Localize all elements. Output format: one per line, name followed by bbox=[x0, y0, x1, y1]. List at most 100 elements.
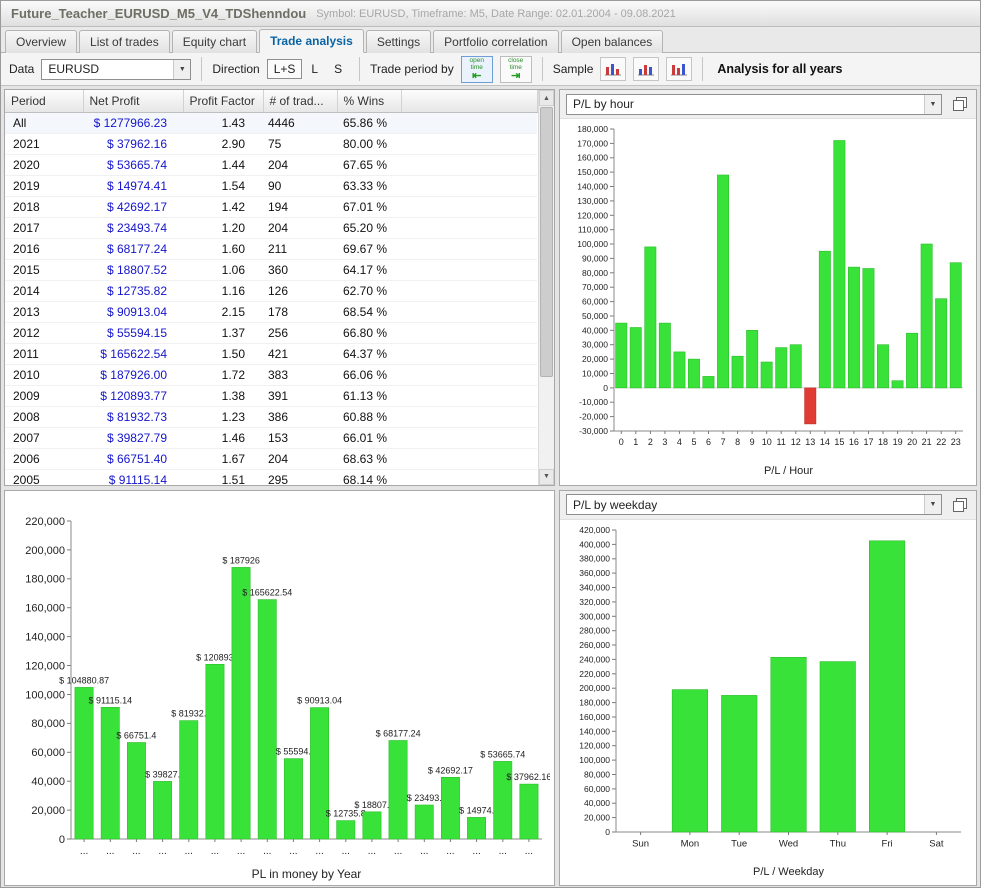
table-scrollbar[interactable]: ▲ ▼ bbox=[538, 90, 554, 485]
table-row[interactable]: 2021$ 37962.162.907580.00 % bbox=[5, 133, 537, 154]
tab-open-balances[interactable]: Open balances bbox=[561, 30, 664, 53]
svg-text:18: 18 bbox=[878, 437, 888, 447]
table-cell-filler bbox=[401, 385, 537, 406]
column-header[interactable]: Net Profit bbox=[83, 90, 183, 112]
svg-text:100,000: 100,000 bbox=[25, 689, 65, 701]
tab-overview[interactable]: Overview bbox=[5, 30, 77, 53]
table-cell: 63.33 % bbox=[337, 175, 401, 196]
svg-text:...: ... bbox=[499, 846, 507, 857]
table-row[interactable]: 2018$ 42692.171.4219467.01 % bbox=[5, 196, 537, 217]
window-subtitle: Symbol: EURUSD, Timeframe: M5, Date Rang… bbox=[316, 8, 676, 20]
svg-text:20,000: 20,000 bbox=[31, 804, 65, 816]
direction-long-button[interactable]: L bbox=[304, 59, 325, 79]
table-row[interactable]: 2005$ 91115.141.5129568.14 % bbox=[5, 469, 537, 486]
table-cell-filler bbox=[401, 112, 537, 133]
hour-chart: -30,000-20,000-10,000010,00020,00030,000… bbox=[560, 119, 976, 484]
table-row[interactable]: 2013$ 90913.042.1517868.54 % bbox=[5, 301, 537, 322]
direction-label: Direction bbox=[212, 62, 259, 76]
open-time-button[interactable]: open time ⇤ bbox=[461, 56, 493, 83]
table-row[interactable]: 2019$ 14974.411.549063.33 % bbox=[5, 175, 537, 196]
svg-text:...: ... bbox=[315, 846, 323, 857]
table-row[interactable]: 2012$ 55594.151.3725666.80 % bbox=[5, 322, 537, 343]
svg-text:4: 4 bbox=[677, 437, 682, 447]
table-cell: 360 bbox=[263, 259, 337, 280]
data-label: Data bbox=[9, 62, 34, 76]
table-row[interactable]: 2011$ 165622.541.5042164.37 % bbox=[5, 343, 537, 364]
svg-text:$ 104880.87: $ 104880.87 bbox=[59, 675, 109, 685]
chevron-down-icon: ▼ bbox=[924, 95, 941, 114]
svg-text:$ 18807.: $ 18807. bbox=[354, 799, 389, 809]
table-row[interactable]: 2008$ 81932.731.2338660.88 % bbox=[5, 406, 537, 427]
table-row[interactable]: 2015$ 18807.521.0636064.17 % bbox=[5, 259, 537, 280]
sample-chart-button-2[interactable] bbox=[633, 57, 659, 81]
toolbar-separator bbox=[359, 57, 360, 81]
table-cell: 211 bbox=[263, 238, 337, 259]
column-header[interactable]: % Wins bbox=[337, 90, 401, 112]
table-cell: 68.63 % bbox=[337, 448, 401, 469]
table-row[interactable]: 2016$ 68177.241.6021169.67 % bbox=[5, 238, 537, 259]
scroll-up-icon[interactable]: ▲ bbox=[539, 90, 554, 106]
sample-chart-button-3[interactable] bbox=[666, 57, 692, 81]
sample-chart-button-1[interactable] bbox=[600, 57, 626, 81]
svg-text:300,000: 300,000 bbox=[579, 611, 610, 621]
tab-portfolio-correlation[interactable]: Portfolio correlation bbox=[433, 30, 558, 53]
table-cell: 204 bbox=[263, 448, 337, 469]
table-row[interactable]: 2020$ 53665.741.4420467.65 % bbox=[5, 154, 537, 175]
table-cell: 386 bbox=[263, 406, 337, 427]
direction-short-button[interactable]: S bbox=[327, 59, 349, 79]
table-row[interactable]: 2014$ 12735.821.1612662.70 % bbox=[5, 280, 537, 301]
table-cell: 90 bbox=[263, 175, 337, 196]
svg-text:180,000: 180,000 bbox=[25, 573, 65, 585]
weekday-chart-type-select[interactable]: P/L by weekday ▼ bbox=[566, 494, 942, 515]
table-cell: 1.42 bbox=[183, 196, 263, 217]
column-header[interactable]: # of trad... bbox=[263, 90, 337, 112]
table-row[interactable]: 2009$ 120893.771.3839161.13 % bbox=[5, 385, 537, 406]
svg-text:60,000: 60,000 bbox=[584, 783, 610, 793]
svg-text:$ 187926: $ 187926 bbox=[222, 555, 260, 565]
popout-chart-button[interactable] bbox=[950, 94, 970, 114]
svg-text:...: ... bbox=[80, 846, 88, 857]
table-cell: 2010 bbox=[5, 364, 83, 385]
svg-text:340,000: 340,000 bbox=[579, 582, 610, 592]
close-time-button[interactable]: close time ⇥ bbox=[500, 56, 532, 83]
column-header[interactable]: Period bbox=[5, 90, 83, 112]
svg-text:120,000: 120,000 bbox=[25, 660, 65, 672]
table-row[interactable]: 2006$ 66751.401.6720468.63 % bbox=[5, 448, 537, 469]
table-cell: 61.13 % bbox=[337, 385, 401, 406]
table-cell: 66.01 % bbox=[337, 427, 401, 448]
scroll-down-icon[interactable]: ▼ bbox=[539, 469, 554, 485]
scrollbar-thumb[interactable] bbox=[540, 107, 553, 377]
table-cell: 2.90 bbox=[183, 133, 263, 154]
table-cell-filler bbox=[401, 364, 537, 385]
svg-text:30,000: 30,000 bbox=[582, 340, 608, 350]
tab-trade-analysis[interactable]: Trade analysis bbox=[259, 29, 364, 53]
svg-text:60,000: 60,000 bbox=[31, 747, 65, 759]
table-cell: 1.54 bbox=[183, 175, 263, 196]
popout-chart-button[interactable] bbox=[950, 495, 970, 515]
tab-settings[interactable]: Settings bbox=[366, 30, 431, 53]
hour-chart-type-select[interactable]: P/L by hour ▼ bbox=[566, 94, 942, 115]
svg-text:23: 23 bbox=[951, 437, 961, 447]
table-row[interactable]: 2007$ 39827.791.4615366.01 % bbox=[5, 427, 537, 448]
svg-text:10,000: 10,000 bbox=[582, 369, 608, 379]
tab-list-of-trades[interactable]: List of trades bbox=[79, 30, 170, 53]
column-header[interactable]: Profit Factor bbox=[183, 90, 263, 112]
table-cell: 68.54 % bbox=[337, 301, 401, 322]
table-cell: 2018 bbox=[5, 196, 83, 217]
svg-text:160,000: 160,000 bbox=[25, 602, 65, 614]
svg-text:180,000: 180,000 bbox=[577, 124, 608, 134]
svg-text:20,000: 20,000 bbox=[582, 354, 608, 364]
direction-long-short-button[interactable]: L+S bbox=[267, 59, 303, 79]
table-cell: 67.65 % bbox=[337, 154, 401, 175]
table-cell: 64.17 % bbox=[337, 259, 401, 280]
svg-text:2: 2 bbox=[648, 437, 653, 447]
table-cell-filler bbox=[401, 154, 537, 175]
tab-bar: OverviewList of tradesEquity chartTrade … bbox=[1, 27, 980, 53]
table-row[interactable]: 2010$ 187926.001.7238366.06 % bbox=[5, 364, 537, 385]
table-row[interactable]: 2017$ 23493.741.2020465.20 % bbox=[5, 217, 537, 238]
data-symbol-select[interactable]: EURUSD ▼ bbox=[41, 59, 191, 80]
table-cell: 2013 bbox=[5, 301, 83, 322]
svg-text:$ 91115.14: $ 91115.14 bbox=[88, 695, 132, 705]
table-row[interactable]: All$ 1277966.231.43444665.86 % bbox=[5, 112, 537, 133]
tab-equity-chart[interactable]: Equity chart bbox=[172, 30, 257, 53]
